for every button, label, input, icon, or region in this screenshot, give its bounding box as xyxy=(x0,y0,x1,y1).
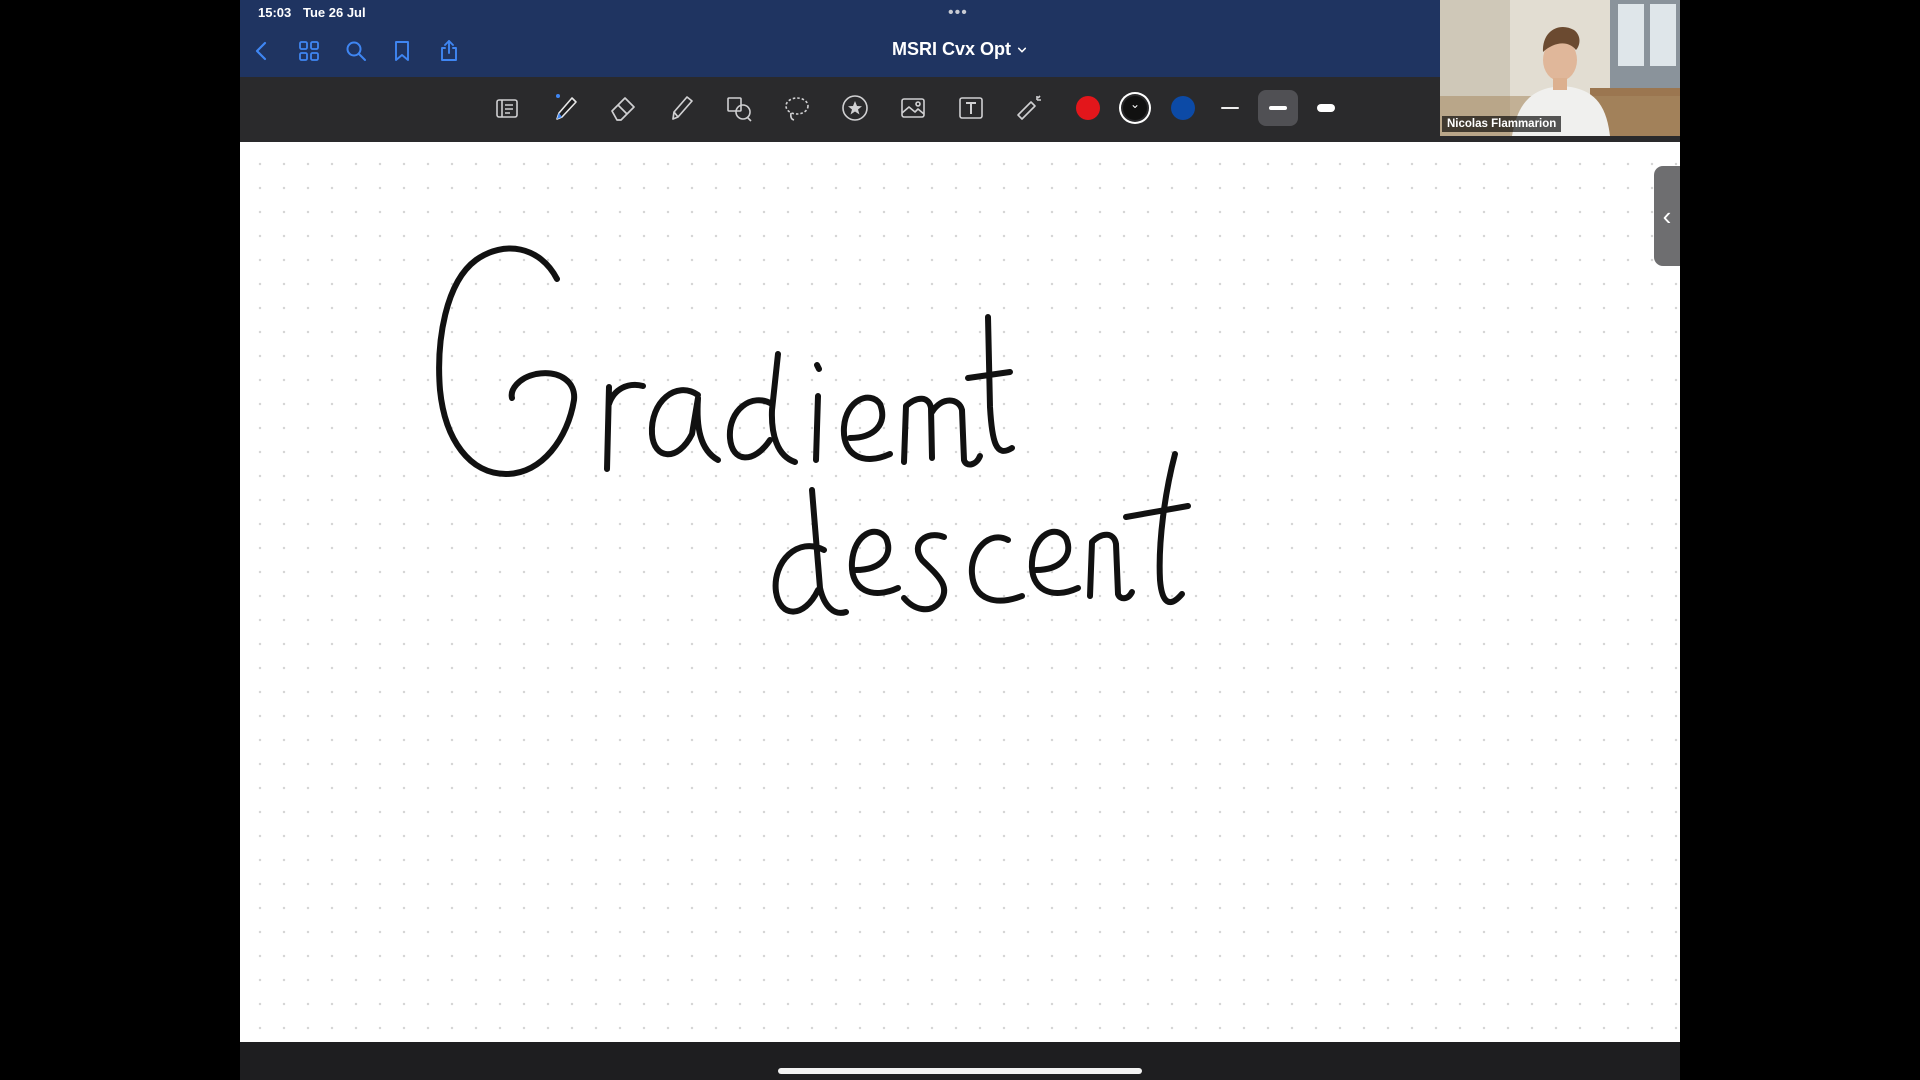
chevron-left-icon: ‹ xyxy=(1662,200,1672,231)
handwriting-descent xyxy=(772,451,1191,616)
lasso-icon xyxy=(785,97,809,121)
stroke-thick-line xyxy=(1317,104,1335,112)
color-swatch-red[interactable] xyxy=(1076,96,1100,120)
color-swatch-black[interactable]: ⌄ xyxy=(1123,96,1147,120)
share-icon xyxy=(441,40,457,61)
back-chevron-icon xyxy=(255,41,267,61)
stroke-thin-line xyxy=(1221,107,1239,109)
stroke-width-thick[interactable] xyxy=(1306,90,1346,126)
share-button[interactable] xyxy=(434,36,464,66)
participant-video-tile[interactable]: Nicolas Flammarion xyxy=(1440,0,1680,136)
bookmark-button[interactable] xyxy=(387,36,417,66)
search-button[interactable] xyxy=(341,36,371,66)
document-icon xyxy=(496,99,518,118)
shapes-tool[interactable] xyxy=(716,85,762,131)
thumbnails-button[interactable] xyxy=(294,36,324,66)
eraser-icon xyxy=(611,97,635,121)
note-canvas[interactable]: ‹ xyxy=(240,142,1680,1042)
laser-pointer-icon xyxy=(1017,95,1041,120)
sticker-icon xyxy=(842,95,868,121)
image-icon xyxy=(901,98,925,118)
highlighter-icon xyxy=(672,96,693,120)
pen-tool[interactable] xyxy=(542,85,588,131)
search-icon xyxy=(346,41,366,61)
bottom-bar xyxy=(240,1042,1680,1080)
stroke-width-thin[interactable] xyxy=(1210,90,1250,126)
multitask-dots-icon[interactable]: ••• xyxy=(948,4,968,22)
shapes-icon xyxy=(727,97,752,122)
laser-pointer-tool[interactable] xyxy=(1006,85,1052,131)
color-swatch-blue[interactable] xyxy=(1171,96,1195,120)
document-title-menu[interactable]: MSRI Cvx Opt xyxy=(892,39,1027,60)
textbox-icon xyxy=(959,97,983,119)
participant-name: Nicolas Flammarion xyxy=(1442,116,1562,132)
bookmark-icon xyxy=(395,41,409,61)
eraser-tool[interactable] xyxy=(600,85,646,131)
read-mode-tool[interactable] xyxy=(484,85,530,131)
sticker-tool[interactable] xyxy=(832,85,878,131)
selected-color-chevron-icon: ⌄ xyxy=(1129,97,1141,111)
textbox-tool[interactable] xyxy=(948,85,994,131)
stroke-medium-line xyxy=(1269,106,1287,110)
pen-icon xyxy=(556,94,577,120)
handwriting-gradient xyxy=(436,245,1015,477)
highlighter-tool[interactable] xyxy=(658,85,704,131)
home-indicator[interactable] xyxy=(778,1068,1142,1074)
grid-icon xyxy=(299,41,319,61)
status-time: 15:03 xyxy=(258,5,292,20)
back-button[interactable] xyxy=(247,36,277,66)
stroke-width-medium[interactable] xyxy=(1258,90,1298,126)
sidebar-expand-tab[interactable]: ‹ xyxy=(1654,166,1680,266)
chevron-down-icon xyxy=(1017,47,1027,53)
status-date: Tue 26 Jul xyxy=(303,5,366,20)
handwritten-ink xyxy=(436,245,1191,616)
document-title: MSRI Cvx Opt xyxy=(892,39,1012,59)
lasso-tool[interactable] xyxy=(774,85,820,131)
image-tool[interactable] xyxy=(890,85,936,131)
app-window: 15:03 Tue 26 Jul ••• MSRI Cvx Opt ⌄ ‹ Ni… xyxy=(240,0,1680,1080)
